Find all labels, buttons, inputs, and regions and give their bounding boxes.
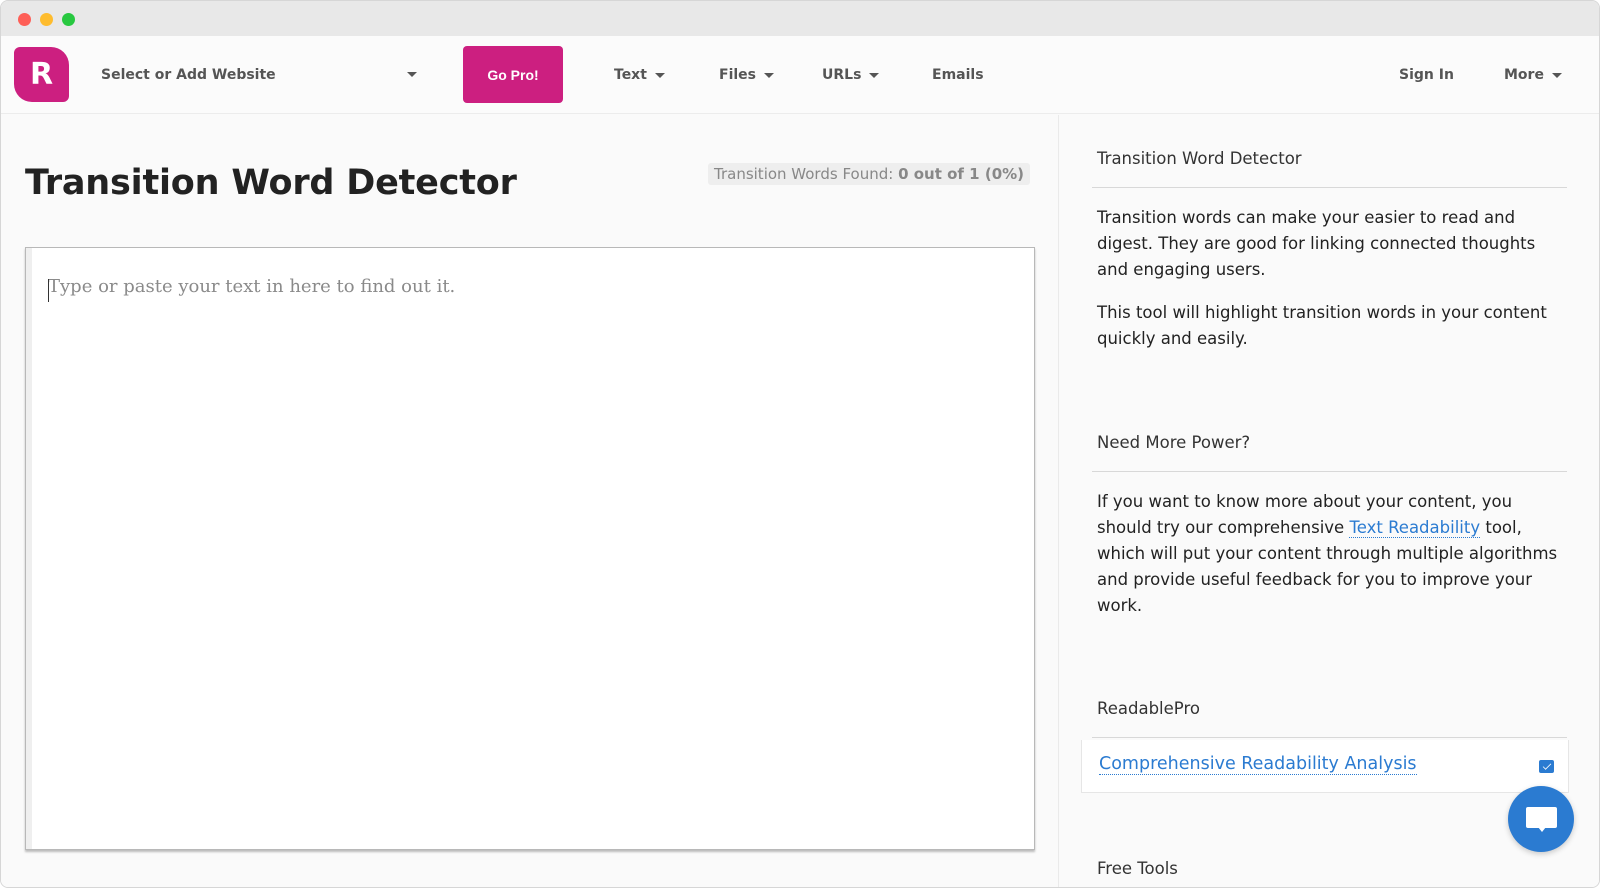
stats-value: 0 out of 1 (0%): [898, 165, 1025, 183]
text-cursor: [48, 279, 49, 302]
more-label: More: [1504, 67, 1544, 83]
chat-button[interactable]: [1508, 786, 1574, 852]
browser-window: R Select or Add Website Go Pro! Text Fil…: [0, 0, 1600, 888]
divider: [1092, 737, 1567, 738]
sidebar-upsell-text: If you want to know more about your cont…: [1097, 489, 1567, 619]
divider: [1092, 471, 1567, 472]
text-input[interactable]: [48, 276, 1008, 826]
sidebar-tool-info: This tool will highlight transition word…: [1097, 303, 1547, 348]
go-pro-button[interactable]: Go Pro!: [463, 46, 563, 103]
chevron-down-icon: [407, 72, 417, 77]
nav-item-label: Emails: [932, 67, 984, 83]
page-title: Transition Word Detector: [25, 163, 517, 203]
minimize-window-button[interactable]: [40, 13, 53, 26]
logo[interactable]: R: [14, 47, 69, 102]
website-select-dropdown[interactable]: Select or Add Website: [101, 36, 423, 114]
nav-item-label: URLs: [822, 67, 862, 83]
text-readability-link[interactable]: Text Readability: [1349, 518, 1481, 538]
title-bar: [1, 1, 1599, 36]
sidebar-heading-readablepro: ReadablePro: [1097, 699, 1200, 718]
main-content: Transition Word Detector Transition Word…: [1, 115, 1058, 887]
website-select-label: Select or Add Website: [101, 67, 276, 83]
chat-bubble-tail-icon: [1538, 827, 1546, 832]
mail-icon[interactable]: [1539, 760, 1554, 773]
more-menu[interactable]: More: [1504, 36, 1562, 114]
close-window-button[interactable]: [18, 13, 31, 26]
readablepro-card: Comprehensive Readability Analysis: [1081, 740, 1569, 793]
chevron-down-icon: [764, 72, 774, 78]
maximize-window-button[interactable]: [62, 13, 75, 26]
sidebar-heading-need-more-power: Need More Power?: [1097, 433, 1251, 452]
comprehensive-readability-link[interactable]: Comprehensive Readability Analysis: [1099, 754, 1417, 775]
sidebar: Transition Word Detector Transition word…: [1059, 115, 1599, 887]
sign-in-label: Sign In: [1399, 67, 1454, 83]
transition-words-stats-badge: Transition Words Found: 0 out of 1 (0%): [708, 163, 1031, 185]
chevron-down-icon: [1551, 72, 1562, 78]
chat-bubble-icon: [1526, 807, 1557, 828]
sidebar-description: Transition words can make your easier to…: [1097, 208, 1536, 279]
nav-item-text[interactable]: Text: [614, 36, 665, 114]
stats-label: Transition Words Found:: [714, 165, 894, 183]
nav-item-emails[interactable]: Emails: [932, 36, 984, 114]
nav-item-files[interactable]: Files: [719, 36, 774, 114]
sign-in-link[interactable]: Sign In: [1399, 36, 1454, 114]
text-editor: [25, 247, 1035, 850]
top-navbar: R Select or Add Website Go Pro! Text Fil…: [1, 36, 1599, 114]
sidebar-heading-detector: Transition Word Detector: [1097, 149, 1302, 168]
divider: [1092, 187, 1567, 188]
nav-item-label: Files: [719, 67, 756, 83]
chevron-down-icon: [654, 72, 665, 78]
nav-item-urls[interactable]: URLs: [822, 36, 880, 114]
nav-item-label: Text: [614, 67, 647, 83]
chevron-down-icon: [869, 72, 880, 78]
sidebar-heading-free-tools: Free Tools: [1097, 859, 1178, 878]
